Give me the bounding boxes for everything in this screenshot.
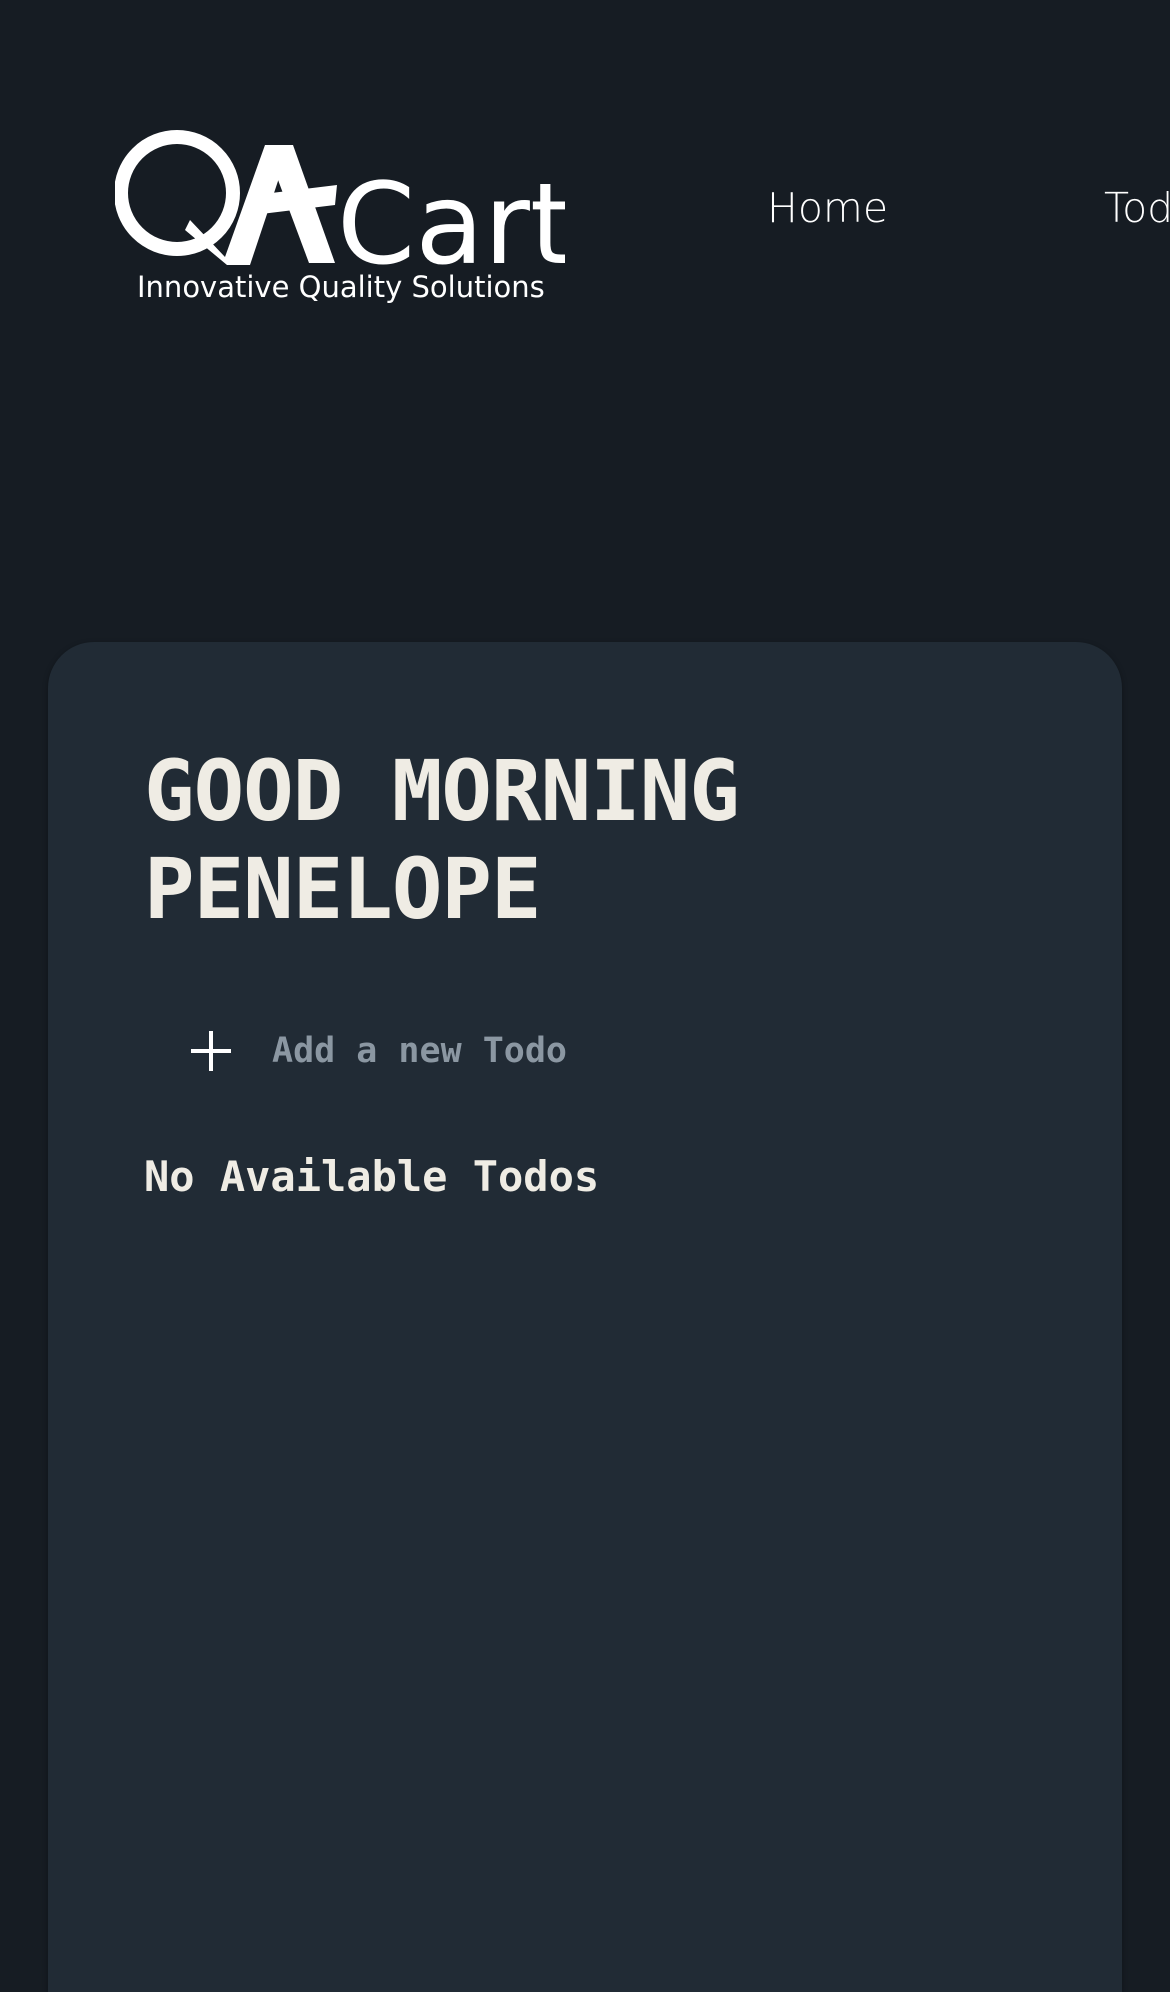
qacart-logo-icon: Cart Innovative Quality Solutions [115,130,565,304]
brand-logo[interactable]: Cart Innovative Quality Solutions [115,125,565,305]
todo-card: GOOD MORNING PENELOPE No Available Todos [48,642,1122,1992]
site-header: Cart Innovative Quality Solutions Home T… [0,0,1170,330]
svg-text:Innovative Quality Solutions: Innovative Quality Solutions [137,270,545,304]
new-todo-input[interactable] [272,1031,692,1071]
greeting-heading: GOOD MORNING PENELOPE [144,742,740,938]
new-todo-row [144,1006,784,1096]
empty-todos-message: No Available Todos [144,1152,600,1201]
nav-todos[interactable]: Todos [1104,188,1170,229]
nav-home[interactable]: Home [767,188,888,229]
plus-icon[interactable] [191,1031,231,1071]
